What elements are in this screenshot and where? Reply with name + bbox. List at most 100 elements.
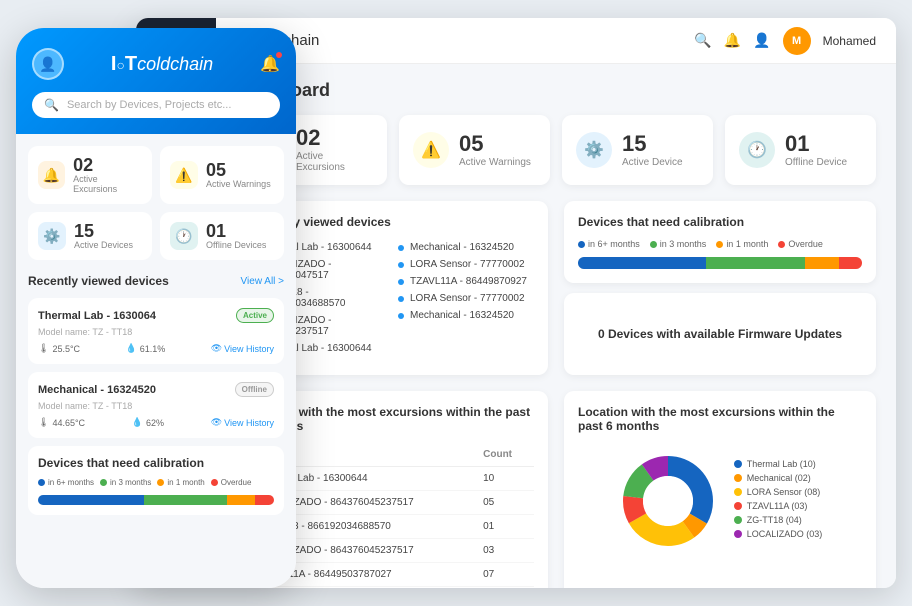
offline-lbl-d: Offline Device (785, 157, 847, 168)
calibration-card-title: Devices that need calibration (578, 215, 862, 229)
top-bar: I○Tcoldchain 🔍 🔔 👤 M Mohamed (216, 18, 896, 64)
calibration-legend: in 6+ months in 3 months in 1 month Over… (38, 478, 274, 487)
temp-icon-2: 🌡 (38, 417, 49, 428)
device-temp-1: 25.5°C (52, 344, 80, 354)
user-name: Mohamed (823, 34, 876, 48)
calibration-bar-d (578, 257, 862, 269)
mobile-stat-excursions: 🔔 02 Active Excursions (28, 146, 152, 204)
calib-seg-1month (805, 257, 839, 269)
view-all-link[interactable]: View All > (241, 276, 284, 287)
device-model-1: Model name: TZ - TT18 (38, 327, 274, 337)
calibration-card: Devices that need calibration in 6+ mont… (564, 201, 876, 283)
mid-two-col: Recently viewed devices Thermal Lab - 16… (236, 201, 876, 375)
humidity-icon-2: 💧 (132, 417, 143, 428)
mobile-avatar: 👤 (32, 48, 64, 80)
calib-seg-6months (578, 257, 706, 269)
search-icon: 🔍 (44, 98, 59, 112)
temp-icon-1: 🌡 (38, 343, 49, 354)
device-status-2: Offline (235, 382, 274, 397)
active-devices-icon: ⚙️ (38, 222, 66, 250)
offline-num-d: 01 (785, 133, 847, 155)
calib-seg-3months (706, 257, 805, 269)
warnings-number: 05 (206, 161, 271, 179)
chart-title: Location with the most excursions within… (578, 405, 862, 433)
excursions-lbl-d: Active Excursions (296, 151, 373, 173)
device-card-1: Thermal Lab - 1630064 Active Model name:… (28, 298, 284, 364)
mobile-bell-icon[interactable]: 🔔 (260, 54, 280, 74)
device-name-1: Thermal Lab - 1630064 (38, 310, 156, 322)
device-model-2: Model name: TZ - TT18 (38, 401, 274, 411)
recently-viewed-title: Recently viewed devices (28, 274, 169, 288)
excursions-icon: 🔔 (38, 161, 65, 189)
device-list-col2: Mechanical - 16324520 LORA Sensor - 7777… (398, 239, 534, 357)
offline-label: Offline Devices (206, 240, 266, 250)
mobile-app: 👤 I○Tcoldchain 🔔 🔍 Search by Devices, Pr… (16, 28, 296, 588)
history-icon-2: 👁 (211, 417, 222, 428)
recently-viewed-header: Recently viewed devices View All > (28, 274, 284, 288)
donut-container: Thermal Lab (10) Mechanical (02) LORA Se… (578, 443, 862, 559)
dashboard-title: Dashboard (236, 80, 876, 101)
device-temp-2: 44.65°C (52, 418, 85, 428)
active-icon-d: ⚙️ (576, 132, 612, 168)
stats-row: 🔔 02 Active Excursions ⚠️ 05 Active Warn… (236, 115, 876, 185)
list-item: LORA Sensor - 77770002 (398, 256, 534, 273)
list-item: TZAVL11A - 86449870927 (398, 273, 534, 290)
mobile-search-bar[interactable]: 🔍 Search by Devices, Projects etc... (32, 92, 280, 118)
history-icon-1: 👁 (211, 343, 222, 354)
device-humidity-2: 62% (146, 418, 164, 428)
search-icon-top[interactable]: 🔍 (694, 32, 711, 49)
warnings-icon-d: ⚠️ (413, 132, 449, 168)
device-name-2: Mechanical - 16324520 (38, 384, 156, 396)
warnings-label: Active Warnings (206, 179, 271, 189)
active-devices-number: 15 (74, 222, 133, 240)
view-history-btn-2[interactable]: 👁 View History (211, 417, 274, 428)
dashboard-body: Dashboard 🔔 02 Active Excursions ⚠️ 05 (216, 64, 896, 588)
device-card-2: Mechanical - 16324520 Offline Model name… (28, 372, 284, 438)
list-item: Mechanical - 16324520 (398, 307, 534, 324)
donut-chart (618, 451, 718, 551)
firmware-card: 0 Devices with available Firmware Update… (564, 293, 876, 375)
offline-icon-d: 🕐 (739, 132, 775, 168)
stat-card-active: ⚙️ 15 Active Device (562, 115, 713, 185)
calib-seg-overdue (839, 257, 862, 269)
firmware-text: 0 Devices with available Firmware Update… (578, 307, 862, 361)
active-lbl-d: Active Device (622, 157, 683, 168)
bottom-two-col: Devices with the most excursions within … (236, 391, 876, 588)
view-history-btn-1[interactable]: 👁 View History (211, 343, 274, 354)
warnings-icon: ⚠️ (170, 161, 198, 189)
chart-legend: Thermal Lab (10) Mechanical (02) LORA Se… (734, 459, 823, 543)
warnings-num-d: 05 (459, 133, 531, 155)
active-num-d: 15 (622, 133, 683, 155)
stat-card-offline: 🕐 01 Offline Device (725, 115, 876, 185)
notifications-icon[interactable]: 🔔 (724, 32, 741, 49)
excursions-num-d: 02 (296, 127, 373, 149)
mobile-stat-offline: 🕐 01 Offline Devices (160, 212, 284, 260)
active-devices-label: Active Devices (74, 240, 133, 250)
settings-icon[interactable]: 👤 (753, 32, 770, 49)
device-status-1: Active (236, 308, 274, 323)
list-item: LORA Sensor - 77770002 (398, 290, 534, 307)
mobile-stats-grid: 🔔 02 Active Excursions ⚠️ 05 Active Warn… (28, 146, 284, 260)
offline-icon: 🕐 (170, 222, 198, 250)
main-content: I○Tcoldchain 🔍 🔔 👤 M Mohamed Dashboard (216, 18, 896, 588)
col-count: Count (475, 443, 534, 467)
calibration-bar (38, 495, 274, 505)
right-column: Devices that need calibration in 6+ mont… (564, 201, 876, 375)
mobile-stat-warnings: ⚠️ 05 Active Warnings (160, 146, 284, 204)
mobile-header: 👤 I○Tcoldchain 🔔 🔍 Search by Devices, Pr… (16, 28, 296, 134)
mobile-logo: I○Tcoldchain (111, 53, 213, 76)
stat-card-warnings: ⚠️ 05 Active Warnings (399, 115, 550, 185)
warnings-lbl-d: Active Warnings (459, 157, 531, 168)
offline-number: 01 (206, 222, 266, 240)
chart-card: Location with the most excursions within… (564, 391, 876, 588)
excursions-label: Active Excursions (73, 174, 142, 194)
mobile-stat-active-devices: ⚙️ 15 Active Devices (28, 212, 152, 260)
excursions-number: 02 (73, 156, 142, 174)
calibration-legend-d: in 6+ months in 3 months in 1 month Over… (578, 239, 862, 249)
search-placeholder: Search by Devices, Projects etc... (67, 99, 231, 111)
list-item: Mechanical - 16324520 (398, 239, 534, 256)
device-humidity-1: 61.1% (140, 344, 166, 354)
calibration-title: Devices that need calibration (38, 456, 274, 470)
humidity-icon-1: 💧 (126, 343, 137, 354)
user-avatar: M (783, 27, 811, 55)
